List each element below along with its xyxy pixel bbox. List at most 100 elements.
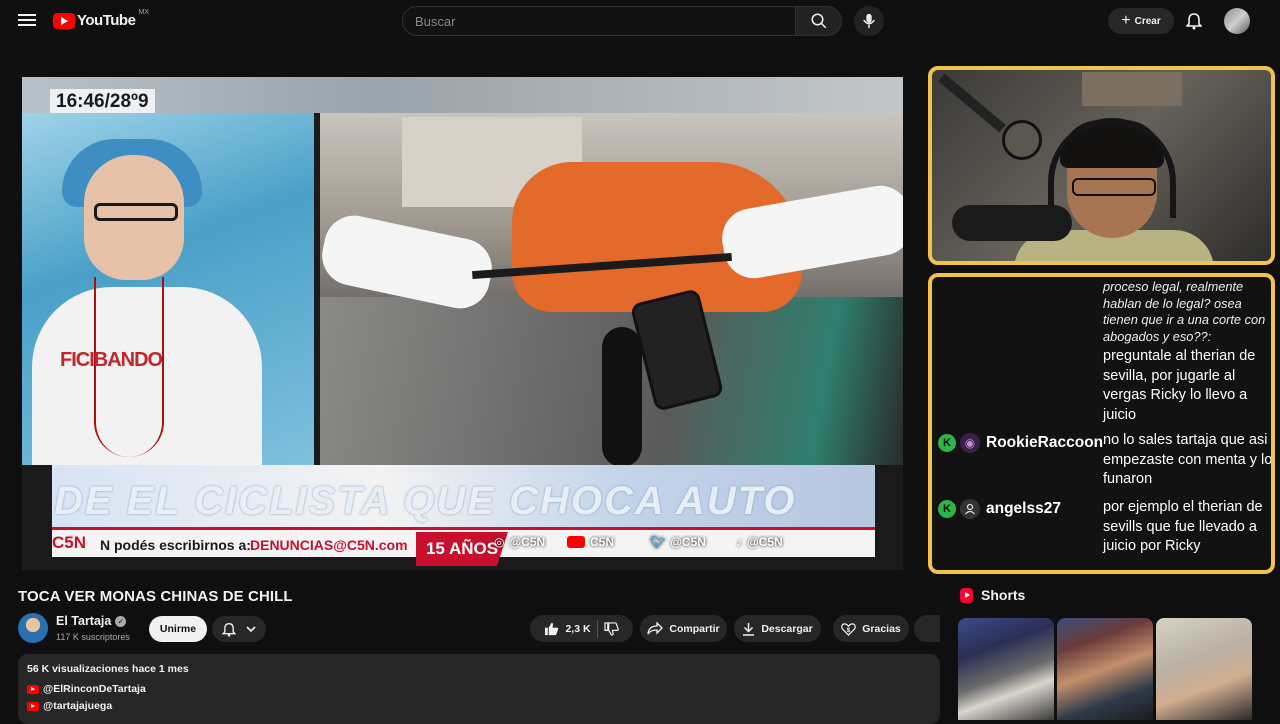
short-thumbnail[interactable] [958, 618, 1054, 720]
chat-overlay: proceso legal, realmente hablan de lo le… [928, 273, 1275, 574]
chat-user-rookieraccoon: K ◉ RookieRaccoon [938, 433, 1103, 453]
youtube-icon [27, 684, 39, 694]
social-instagram: ◎ @C5N [494, 535, 545, 549]
bike-wheel [602, 327, 642, 467]
chat-message: proceso legal, realmente hablan de lo le… [1103, 279, 1266, 344]
mic-arm [938, 73, 1006, 133]
chat-username: angelss27 [986, 500, 1061, 517]
create-label: Crear [1134, 15, 1161, 27]
shorts-heading: Shorts [960, 587, 1025, 603]
ticker-brand: C5N [52, 533, 87, 552]
plus-icon: + [1121, 12, 1131, 29]
download-label: Descargar [761, 622, 813, 635]
svg-text:$: $ [847, 626, 851, 633]
video-player[interactable]: 16:46/28º9 FICIBANDO DE EL CICLISTA QUE … [22, 77, 903, 570]
voice-search-button[interactable] [854, 6, 884, 36]
logo-text: YouTube [77, 12, 136, 29]
wall-clock [1002, 120, 1042, 160]
chat-message: por ejemplo el therian de sevills que fu… [1103, 499, 1263, 554]
social-twitter: 🐦︎ @C5N [650, 535, 706, 549]
social-label: @C5N [670, 535, 706, 549]
video-title: TOCA VER MONAS CHINAS DE CHILL [18, 588, 293, 605]
share-button[interactable]: Compartir [640, 615, 727, 642]
create-button[interactable]: + Crear [1108, 8, 1174, 34]
chevron-down-icon [246, 626, 256, 633]
account-avatar[interactable] [1224, 8, 1250, 34]
ticker-email: DENUNCIAS@C5N.com [250, 537, 408, 553]
thanks-button[interactable]: $ Gracias [833, 615, 909, 642]
search-button[interactable] [796, 6, 842, 36]
chat-message: preguntale al therian de sevilla, por ju… [1103, 348, 1256, 423]
like-count: 2,3 K [565, 622, 591, 635]
broadcast-clock: 16:46/28º9 [50, 89, 155, 115]
thumbs-down-icon [603, 621, 619, 636]
mod-badge-icon: K [938, 500, 956, 518]
shirt-print: FICIBANDO [60, 349, 163, 371]
streamer-webcam [928, 66, 1275, 265]
chat-message: no lo sales tartaja que asi empezaste co… [1103, 432, 1273, 487]
social-label: @C5N [509, 535, 546, 549]
short-thumbnail[interactable] [1057, 618, 1153, 720]
channel-name-link[interactable]: El Tartaja ✓ [56, 614, 127, 628]
description-link[interactable]: @tartajajuega [27, 700, 112, 712]
bell-icon [222, 622, 236, 637]
social-label: C5N [590, 535, 615, 549]
link-text: @ElRinconDeTartaja [43, 683, 146, 695]
top-bar: YouTube MX + Crear [0, 0, 1280, 44]
notifications-button[interactable] [1183, 10, 1205, 32]
mod-badge-icon: K [938, 434, 956, 452]
ticker-message: N podés escribirnos a: [100, 537, 251, 553]
join-button[interactable]: Unirme [149, 616, 207, 642]
social-youtube: C5N [567, 535, 614, 549]
more-actions-button[interactable] [914, 615, 940, 642]
chat-user-angelss27: K angelss27 [938, 499, 1061, 519]
like-divider [596, 619, 598, 638]
thumbs-up-icon [545, 622, 559, 635]
microphone [952, 205, 1072, 241]
description-box[interactable]: 56 K visualizaciones hace 1 mes @ElRinco… [18, 654, 940, 724]
like-dislike-group: 2,3 K [530, 615, 633, 642]
dislike-button[interactable] [603, 621, 619, 636]
chat-username: RookieRaccoon [986, 434, 1104, 451]
shorts-icon [960, 587, 973, 603]
twitter-icon: 🐦︎ [650, 535, 666, 549]
like-button[interactable]: 2,3 K [544, 622, 591, 636]
user-avatar-icon [960, 499, 980, 519]
bell-icon [1186, 13, 1202, 30]
channel-name: El Tartaja [56, 614, 112, 628]
tiktok-icon: ♪ [736, 535, 742, 549]
country-code: MX [138, 9, 149, 16]
instagram-icon: ◎ [494, 535, 505, 549]
verified-check-icon: ✓ [115, 615, 127, 627]
thanks-label: Gracias [862, 622, 901, 635]
social-tiktok: ♪ @C5N [736, 535, 783, 549]
download-button[interactable]: Descargar [734, 615, 821, 642]
youtube-logo[interactable]: YouTube MX [53, 9, 149, 29]
heart-dollar-icon: $ [841, 622, 857, 636]
download-icon [743, 622, 755, 636]
glasses [94, 203, 178, 221]
subscription-notifications-button[interactable] [212, 616, 266, 642]
headset [1048, 118, 1176, 218]
shelf [1082, 72, 1182, 106]
description-link[interactable]: @ElRinconDeTartaja [27, 683, 146, 695]
raccoon-avatar-icon: ◉ [960, 433, 980, 453]
youtube-icon [27, 701, 39, 711]
menu-icon[interactable] [16, 11, 38, 33]
youtube-icon [567, 536, 585, 548]
link-text: @tartajajuega [43, 700, 113, 712]
short-thumbnail[interactable] [1156, 618, 1252, 720]
youtube-play-icon [53, 12, 75, 29]
search-input[interactable] [403, 7, 795, 35]
share-icon [647, 622, 664, 635]
share-label: Compartir [669, 622, 720, 635]
channel-avatar[interactable] [18, 613, 48, 643]
view-stats: 56 K visualizaciones hace 1 mes [27, 663, 189, 675]
subscriber-count: 117 K suscriptores [56, 632, 130, 642]
news-banner-text: DE EL CICLISTA QUE CHOCA AUTO [54, 479, 797, 523]
social-label: @C5N [747, 535, 783, 549]
search-icon [811, 13, 826, 29]
shorts-title: Shorts [981, 587, 1026, 603]
search-box [402, 6, 796, 36]
microphone-icon [863, 13, 875, 29]
